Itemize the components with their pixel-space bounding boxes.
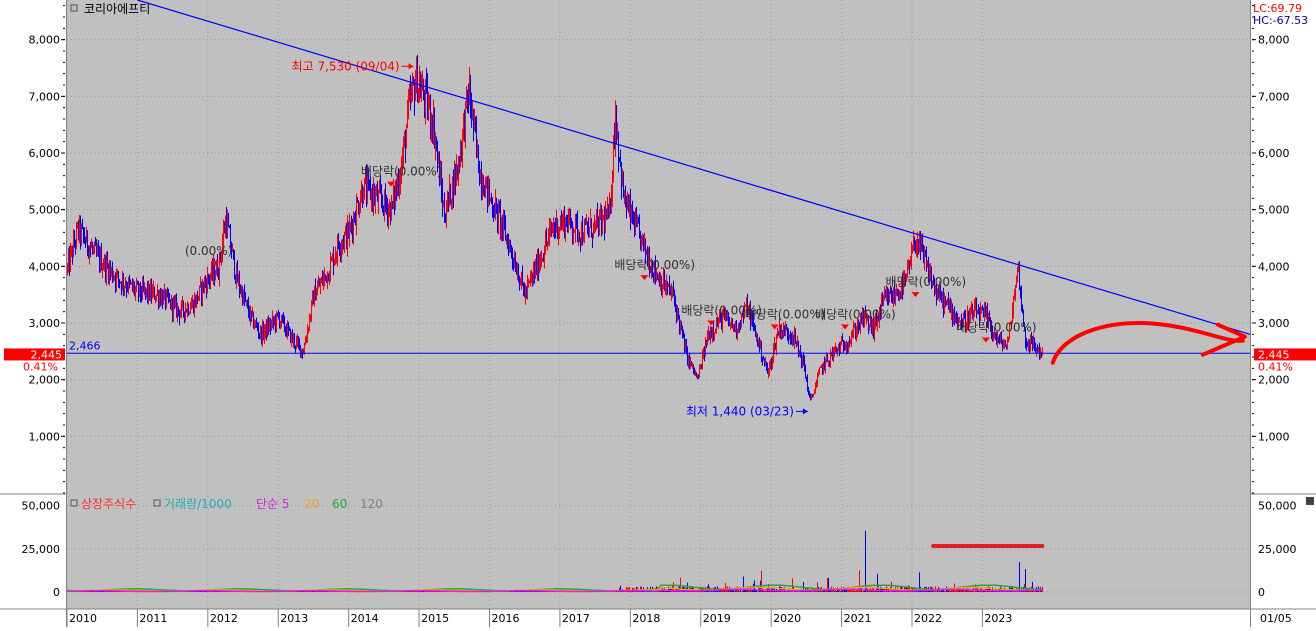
x-tick-label: 2015 xyxy=(421,612,449,625)
x-tick-label: 2016 xyxy=(492,612,520,625)
volume-tick-label-right: 25,000 xyxy=(1258,543,1297,556)
price-tick-label-left: 6,000 xyxy=(29,147,61,160)
dividend-label: 배당락(0.00%) xyxy=(886,275,967,289)
price-tick-label-left: 8,000 xyxy=(29,34,61,47)
price-tick-label-left: 5,000 xyxy=(29,204,61,217)
extreme-label: 최저 1,440 (03/23) xyxy=(686,404,794,418)
price-tick-label-right: 3,000 xyxy=(1258,317,1290,330)
volume-legend-item: 60 xyxy=(332,497,347,511)
volume-tick-label-right: 0 xyxy=(1258,586,1265,599)
volume-legend-item: 상장주식수 xyxy=(81,497,136,511)
chart-title: 코리아에프티 xyxy=(84,2,150,16)
x-tick-label: 2017 xyxy=(562,612,590,625)
dividend-label: 배당락(0.00%) xyxy=(745,307,826,321)
price-tick-label-right: 4,000 xyxy=(1258,260,1290,273)
price-tick-label-left: 4,000 xyxy=(29,260,61,273)
dividend-label: 배당락(0.00%) xyxy=(614,258,695,272)
price-change-right: 0.41% xyxy=(1258,360,1293,373)
x-tick-label: 2018 xyxy=(632,612,660,625)
price-tick-label-left: 1,000 xyxy=(29,430,61,443)
price-tick-label-right: 5,000 xyxy=(1258,204,1290,217)
price-tick-label-left: 2,000 xyxy=(29,374,61,387)
volume-tick-label-right: 50,000 xyxy=(1258,500,1297,513)
x-tick-label: 2019 xyxy=(703,612,731,625)
date-label: 01/05 xyxy=(1260,612,1292,625)
x-tick-label: 2011 xyxy=(139,612,167,625)
price-tick-label-right: 2,000 xyxy=(1258,374,1290,387)
x-tick-label: 2022 xyxy=(914,612,942,625)
volume-legend-item: 120 xyxy=(360,497,383,511)
price-plot-area xyxy=(67,0,1250,493)
price-tick-label-left: 7,000 xyxy=(29,90,61,103)
extreme-label: 최고 7,530 (09/04) xyxy=(292,59,400,73)
price-change-left: 0.41% xyxy=(23,360,58,373)
x-tick-label: 2010 xyxy=(69,612,97,625)
hc-label: HC:-67.53 xyxy=(1253,14,1308,27)
x-tick-label: 2020 xyxy=(773,612,801,625)
x-tick-label: 2012 xyxy=(210,612,238,625)
price-panel xyxy=(67,0,1250,493)
x-tick-label: 2023 xyxy=(984,612,1012,625)
support-line-label: 2,466 xyxy=(69,339,101,352)
price-tick-label-right: 1,000 xyxy=(1258,430,1290,443)
dividend-label: 배당락(0.00%) xyxy=(956,321,1037,335)
dividend-label: 배당락(0.00%) xyxy=(815,307,896,321)
stock-chart: 2,466 1,000 1,000 2,000 2,000 3,000 3,000 4,00… xyxy=(0,0,1316,627)
volume-legend-item: 단순 5 xyxy=(256,497,290,511)
x-tick-label: 2013 xyxy=(280,612,308,625)
volume-tick-label-left: 0 xyxy=(53,586,60,599)
x-tick-label: 2014 xyxy=(351,612,379,625)
volume-tick-label-left: 50,000 xyxy=(22,500,61,513)
price-tick-label-right: 6,000 xyxy=(1258,147,1290,160)
price-tick-label-right: 7,000 xyxy=(1258,90,1290,103)
volume-tick-label-left: 25,000 xyxy=(22,543,61,556)
chart-window: 2,466 1,000 1,000 2,000 2,000 3,000 3,000 4,00… xyxy=(0,0,1316,627)
price-tick-label-left: 3,000 xyxy=(29,317,61,330)
dividend-label: 배당락(0.00%) xyxy=(361,165,442,179)
panel-close-icon[interactable] xyxy=(1306,497,1314,505)
volume-legend-item: 20 xyxy=(304,497,319,511)
x-tick-label: 2021 xyxy=(844,612,872,625)
price-tick-label-right: 8,000 xyxy=(1258,34,1290,47)
volume-legend-item: 거래량/1000 xyxy=(164,497,232,511)
dividend-label: (0.00%) xyxy=(185,244,232,258)
